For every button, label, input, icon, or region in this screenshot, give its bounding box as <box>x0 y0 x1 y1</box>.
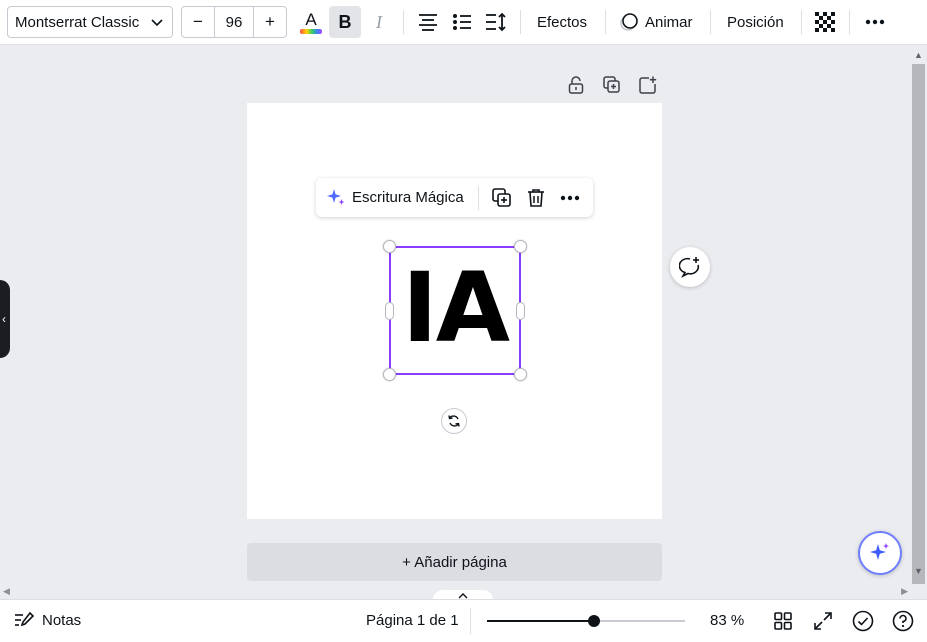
decrease-font-size-button[interactable]: − <box>182 7 214 37</box>
help-button[interactable] <box>891 609 915 633</box>
effects-button[interactable]: Efectos <box>537 6 587 38</box>
font-family-select[interactable]: Montserrat Classic <box>7 6 173 38</box>
scroll-down-icon[interactable]: ▼ <box>914 566 923 576</box>
sparkle-icon <box>870 543 889 560</box>
notes-button[interactable]: Notas <box>14 611 81 629</box>
fullscreen-icon <box>814 612 832 630</box>
duplicate-icon <box>491 187 511 207</box>
duplicate-icon <box>603 76 620 93</box>
element-context-menu: Escritura Mágica <box>316 178 593 217</box>
more-options-button[interactable] <box>859 6 891 38</box>
status-bar: Notas Página 1 de 1 83 % <box>0 599 927 642</box>
grid-view-button[interactable] <box>771 609 795 633</box>
increase-font-size-button[interactable]: + <box>254 7 286 37</box>
transparency-button[interactable] <box>809 6 841 38</box>
rotate-handle[interactable] <box>441 408 467 434</box>
chevron-left-icon: ‹ <box>2 312 6 326</box>
font-size-input[interactable]: 96 <box>214 7 254 37</box>
scroll-right-icon[interactable]: ▶ <box>901 586 908 597</box>
lock-icon <box>568 76 584 94</box>
transparency-icon <box>815 12 835 32</box>
scroll-left-icon[interactable]: ◀ <box>3 586 10 597</box>
toolbar-divider <box>801 10 802 34</box>
resize-handle-right[interactable] <box>516 302 525 320</box>
resize-handle-top-right[interactable] <box>514 240 527 253</box>
line-spacing-button[interactable] <box>480 6 512 38</box>
delete-element-button[interactable] <box>519 181 553 215</box>
font-size-stepper: − 96 + <box>181 6 287 38</box>
animate-icon <box>620 13 638 31</box>
italic-button[interactable]: I <box>363 6 395 38</box>
zoom-slider-knob[interactable] <box>588 615 600 627</box>
text-color-icon: A <box>300 10 322 34</box>
align-center-icon <box>419 14 437 31</box>
menu-divider <box>477 185 479 210</box>
text-color-button[interactable]: A <box>295 6 327 38</box>
add-page-top-button[interactable] <box>637 74 659 96</box>
position-button[interactable]: Posición <box>727 6 784 38</box>
notes-icon <box>15 611 34 627</box>
sparkle-icon <box>327 188 345 205</box>
design-check-button[interactable] <box>851 609 875 633</box>
rotate-icon <box>448 415 460 427</box>
resize-handle-bottom-left[interactable] <box>383 368 396 381</box>
magic-write-button[interactable]: Escritura Mágica <box>316 188 464 208</box>
add-page-icon <box>639 76 657 94</box>
editor-toolbar: Montserrat Classic − 96 + A B I Efectos … <box>0 0 927 45</box>
page-indicator[interactable]: Página 1 de 1 <box>366 612 459 629</box>
lock-page-button[interactable] <box>565 74 587 96</box>
trash-icon <box>527 188 544 207</box>
add-comment-icon <box>679 257 700 278</box>
animate-label: Animar <box>645 13 693 31</box>
animate-button[interactable]: Animar <box>619 6 693 38</box>
resize-handle-top-left[interactable] <box>383 240 396 253</box>
duplicate-page-button[interactable] <box>601 74 623 96</box>
resize-handle-bottom-right[interactable] <box>514 368 527 381</box>
vertical-scrollbar[interactable]: ▲ ▼ <box>911 46 927 599</box>
scrollbar-thumb[interactable] <box>912 64 925 584</box>
toolbar-divider <box>710 10 711 34</box>
resize-handle-left[interactable] <box>385 302 394 320</box>
list-button[interactable] <box>446 6 478 38</box>
magic-write-label: Escritura Mágica <box>352 189 464 206</box>
toolbar-divider <box>605 10 606 34</box>
font-family-value: Montserrat Classic <box>15 13 140 31</box>
line-spacing-icon <box>486 12 506 32</box>
align-center-button[interactable] <box>412 6 444 38</box>
notes-label: Notas <box>42 611 82 629</box>
side-panel-toggle[interactable]: ‹ <box>0 280 10 358</box>
bold-button[interactable]: B <box>329 6 361 38</box>
help-icon <box>892 610 914 632</box>
element-more-button[interactable] <box>553 181 587 215</box>
more-icon <box>865 19 885 25</box>
scroll-up-icon[interactable]: ▲ <box>914 50 923 60</box>
magic-assistant-button[interactable] <box>858 531 902 575</box>
add-page-button[interactable]: + Añadir página <box>247 543 662 581</box>
toolbar-divider <box>403 10 404 34</box>
zoom-slider[interactable] <box>487 615 685 627</box>
fullscreen-button[interactable] <box>811 609 835 633</box>
check-circle-icon <box>852 610 874 632</box>
add-comment-button[interactable] <box>670 247 710 287</box>
canvas-area: Escritura Mágica IA ‹ + Añadir página ◀ … <box>0 46 911 602</box>
toolbar-divider <box>849 10 850 34</box>
selection-box <box>389 246 521 375</box>
chevron-down-icon <box>150 15 164 33</box>
grid-view-icon <box>774 612 792 630</box>
zoom-slider-fill <box>487 620 594 622</box>
footer-divider <box>470 608 471 634</box>
zoom-percentage[interactable]: 83 % <box>710 612 744 629</box>
list-icon <box>453 14 471 30</box>
more-icon <box>560 195 579 200</box>
toolbar-divider <box>520 10 521 34</box>
duplicate-element-button[interactable] <box>485 181 519 215</box>
